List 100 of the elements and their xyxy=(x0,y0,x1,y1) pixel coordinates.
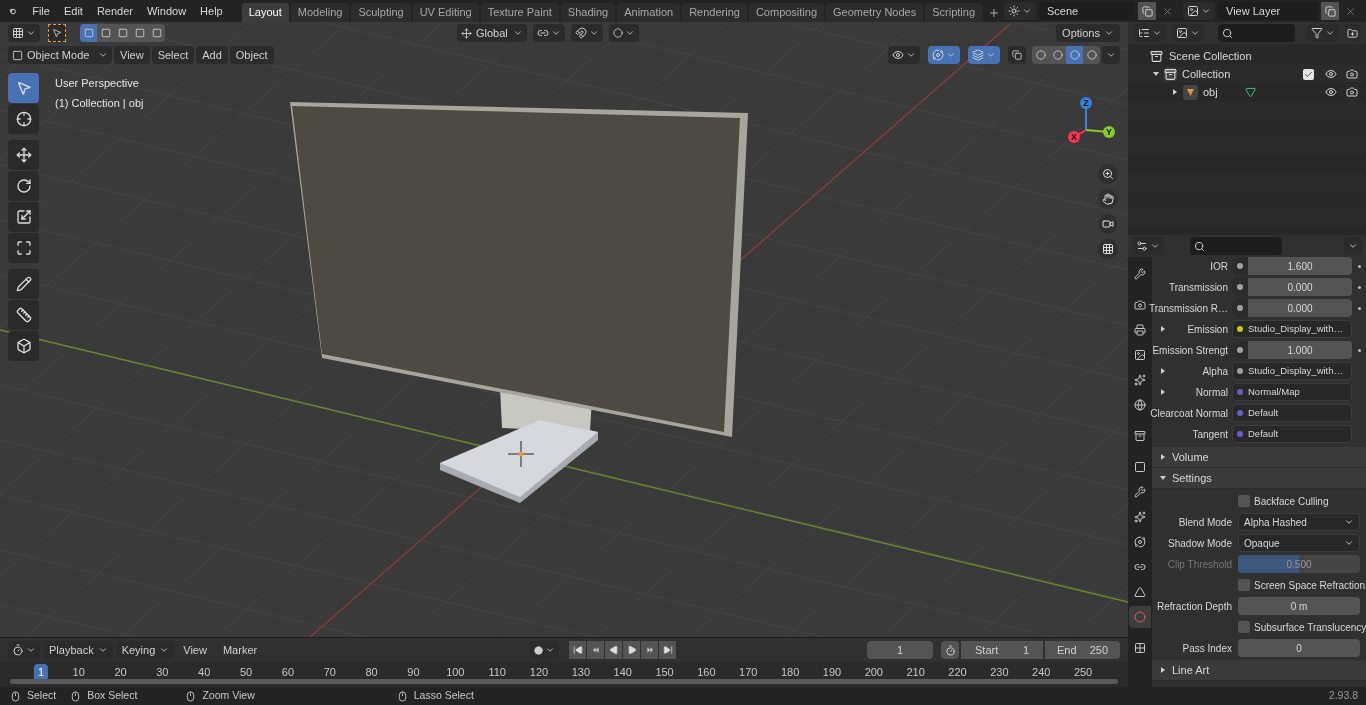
current-frame-field[interactable]: 1 xyxy=(867,641,933,659)
timeline-menu[interactable]: View xyxy=(176,641,214,659)
timeline-menu[interactable]: Marker xyxy=(215,641,265,659)
eye-icon[interactable] xyxy=(1325,86,1337,98)
jump-start-button[interactable] xyxy=(569,641,587,659)
selection-mode-button[interactable] xyxy=(148,24,165,42)
checkbox[interactable]: Screen Space Refraction xyxy=(1238,577,1366,593)
next-keyframe-button[interactable] xyxy=(641,641,659,659)
eye-icon[interactable] xyxy=(1325,68,1337,80)
selection-mode-button[interactable] xyxy=(80,24,97,42)
selection-mode-button[interactable] xyxy=(97,24,114,42)
editor-type-button[interactable] xyxy=(8,24,40,42)
zoom-button[interactable] xyxy=(1098,164,1118,184)
new-collection-button[interactable] xyxy=(1345,24,1360,42)
add-cube-tool[interactable] xyxy=(8,331,39,361)
dropdown-field[interactable]: Alpha Hashed xyxy=(1238,513,1360,531)
number-field[interactable]: 1.600 xyxy=(1232,257,1352,275)
visibility-dropdown[interactable] xyxy=(888,46,920,64)
overlay-dropdown[interactable] xyxy=(968,46,1000,64)
gizmo-axis-button[interactable]: Z xyxy=(1080,97,1092,109)
workspace-tab[interactable]: Layout xyxy=(241,3,289,22)
scene-field[interactable]: Scene xyxy=(1039,2,1135,20)
previous-keyframe-button[interactable] xyxy=(587,641,605,659)
expand-arrow-icon[interactable] xyxy=(1160,326,1166,332)
viewport-menu[interactable]: Add xyxy=(196,46,228,64)
select-tool[interactable] xyxy=(8,73,39,103)
scale-tool[interactable] xyxy=(8,202,39,232)
link-field[interactable]: Default xyxy=(1232,425,1352,443)
scrollbar[interactable] xyxy=(10,679,1118,684)
expand-arrow-icon[interactable] xyxy=(1160,368,1166,374)
camera-icon[interactable] xyxy=(1346,68,1358,80)
xray-button[interactable] xyxy=(1008,46,1026,64)
gizmo-axis-button[interactable]: X xyxy=(1068,131,1080,143)
checkbox[interactable] xyxy=(1303,68,1314,80)
checkbox[interactable]: Subsurface Translucency xyxy=(1238,619,1366,635)
ortho-toggle-button[interactable] xyxy=(1098,239,1118,259)
workspace-tab[interactable]: Geometry Nodes xyxy=(826,3,924,22)
editor-type-button[interactable] xyxy=(8,641,40,659)
play-button[interactable] xyxy=(623,641,641,659)
filter-dropdown[interactable] xyxy=(1307,24,1340,42)
collapse-arrow-icon[interactable] xyxy=(1153,71,1159,77)
number-field[interactable]: 0 m xyxy=(1238,597,1360,615)
measure-tool[interactable] xyxy=(8,300,39,330)
number-field[interactable]: 0 xyxy=(1238,639,1360,657)
panel-title[interactable]: Volume xyxy=(1172,448,1209,466)
gizmo-dropdown[interactable] xyxy=(928,46,960,64)
panel-title[interactable]: Settings xyxy=(1172,469,1212,487)
checkbox[interactable]: Backface Culling xyxy=(1238,493,1329,509)
options-dropdown[interactable]: Options xyxy=(1056,24,1120,42)
pivot-dropdown[interactable] xyxy=(533,24,565,42)
number-field[interactable]: 0.000 xyxy=(1232,299,1352,317)
link-field[interactable]: Studio_Display_with… xyxy=(1232,362,1352,380)
view-layer-selector[interactable] xyxy=(1183,2,1215,20)
shading-mode-button[interactable] xyxy=(1032,46,1049,64)
preview-range-button[interactable] xyxy=(941,641,959,659)
search-field[interactable] xyxy=(1190,237,1282,255)
menu-item[interactable]: Window xyxy=(139,0,194,22)
copy-button[interactable] xyxy=(1321,2,1339,20)
rotate-tool[interactable] xyxy=(8,171,39,201)
link-field[interactable]: Normal/Map xyxy=(1232,383,1352,401)
annotate-tool[interactable] xyxy=(8,269,39,299)
move-tool[interactable] xyxy=(8,140,39,170)
number-field[interactable]: 0.000 xyxy=(1232,278,1352,296)
expand-arrow-icon[interactable] xyxy=(1160,389,1166,395)
timeline-menu[interactable]: Keying xyxy=(116,641,175,659)
shading-mode-button[interactable] xyxy=(1049,46,1066,64)
start-frame-field[interactable]: Start 1 xyxy=(961,641,1043,659)
record-button[interactable] xyxy=(530,641,560,659)
workspace-tab[interactable]: UV Editing xyxy=(412,3,479,22)
workspace-tab[interactable]: Texture Paint xyxy=(480,3,559,22)
panel-title[interactable]: Line Art xyxy=(1172,661,1210,679)
workspace-tab[interactable]: Modeling xyxy=(290,3,350,22)
pan-button[interactable] xyxy=(1098,189,1118,209)
expand-arrow-icon[interactable] xyxy=(1160,667,1166,673)
display-mode-dropdown[interactable] xyxy=(1172,24,1204,42)
viewport-menu[interactable]: View xyxy=(114,46,150,64)
editor-type-button[interactable] xyxy=(1132,237,1164,255)
expand-arrow-icon[interactable] xyxy=(1160,454,1166,460)
select-box-button[interactable] xyxy=(48,24,66,42)
workspace-tab[interactable]: Animation xyxy=(617,3,681,22)
menu-item[interactable]: Edit xyxy=(56,0,90,22)
collapse-arrow-icon[interactable] xyxy=(1160,475,1166,481)
orientation-dropdown[interactable]: Global xyxy=(457,24,527,42)
menu-item[interactable]: Help xyxy=(193,0,230,22)
outliner-row[interactable]: obj xyxy=(1128,83,1366,101)
link-field[interactable]: Studio_Display_with… xyxy=(1232,320,1352,338)
viewport-menu[interactable]: Select xyxy=(151,46,195,64)
search-field[interactable] xyxy=(1218,24,1296,42)
camera-view-button[interactable] xyxy=(1098,214,1118,234)
workspace-tab[interactable]: Sculpting xyxy=(351,3,411,22)
viewport-menu[interactable]: Object xyxy=(229,46,274,64)
menu-item[interactable]: Render xyxy=(89,0,140,22)
play-reverse-button[interactable] xyxy=(605,641,623,659)
link-field[interactable]: Default xyxy=(1232,404,1352,422)
end-frame-field[interactable]: End 250 xyxy=(1045,641,1120,659)
copy-button[interactable] xyxy=(1138,2,1156,20)
editor-type-button[interactable] xyxy=(1134,24,1166,42)
proportional-editing-button[interactable] xyxy=(609,24,639,42)
menu-item[interactable]: File xyxy=(25,0,57,22)
cursor-tool[interactable] xyxy=(8,104,39,134)
